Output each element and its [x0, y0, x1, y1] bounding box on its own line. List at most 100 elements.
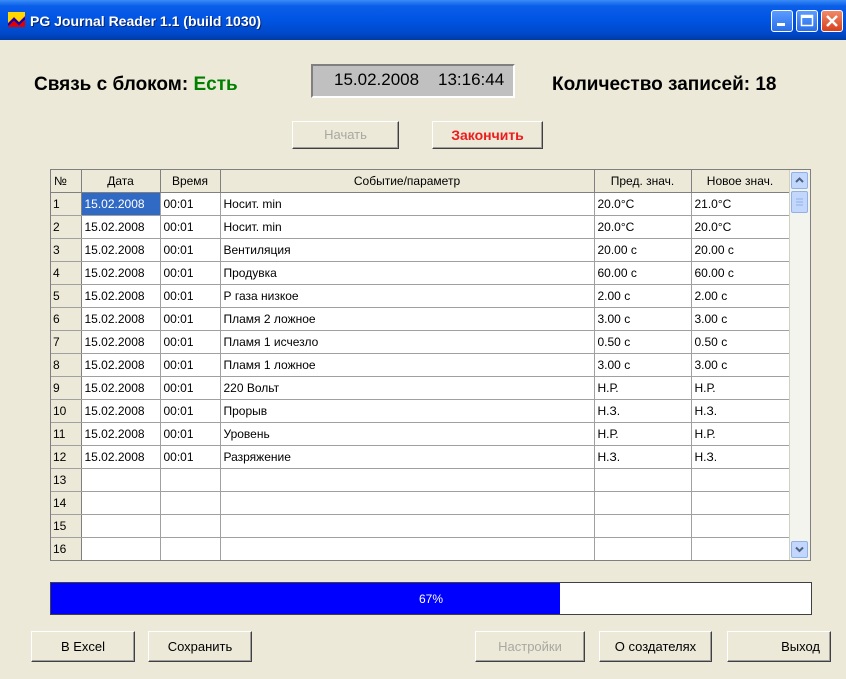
cell-date[interactable] — [81, 468, 161, 492]
cell-time[interactable]: 00:01 — [160, 284, 221, 308]
cell-prev-value[interactable] — [594, 468, 692, 492]
cell-event[interactable]: Разряжение — [220, 445, 595, 469]
cell-event[interactable]: Прорыв — [220, 399, 595, 423]
cell-time[interactable]: 00:01 — [160, 330, 221, 354]
table-row[interactable]: 6 15.02.2008 00:01 Пламя 2 ложное 3.00 с 3.00… — [51, 307, 790, 331]
cell-event[interactable]: Носит. min — [220, 215, 595, 239]
settings-button[interactable]: Настройки — [475, 631, 585, 662]
col-header-new-value[interactable]: Новое знач. — [691, 170, 790, 193]
exit-button[interactable]: Выход — [727, 631, 831, 662]
cell-time[interactable]: 00:01 — [160, 307, 221, 331]
cell-time[interactable]: 00:01 — [160, 192, 221, 216]
cell-prev-value[interactable]: 60.00 с — [594, 261, 692, 285]
cell-date[interactable]: 15.02.2008 — [81, 422, 161, 446]
cell-time[interactable]: 00:01 — [160, 445, 221, 469]
cell-date[interactable]: 15.02.2008 — [81, 353, 161, 377]
cell-prev-value[interactable] — [594, 491, 692, 515]
cell-prev-value[interactable]: Н.Р. — [594, 422, 692, 446]
cell-date[interactable]: 15.02.2008 — [81, 261, 161, 285]
cell-prev-value[interactable]: 2.00 с — [594, 284, 692, 308]
table-row[interactable]: 11 15.02.2008 00:01 Уровень Н.Р. Н.Р. — [51, 422, 790, 446]
cell-date[interactable] — [81, 514, 161, 538]
vertical-scrollbar[interactable] — [789, 170, 810, 560]
cell-event[interactable]: Пламя 1 исчезло — [220, 330, 595, 354]
cell-date[interactable]: 15.02.2008 — [81, 445, 161, 469]
start-button[interactable]: Начать — [292, 121, 399, 149]
table-row[interactable]: 12 15.02.2008 00:01 Разряжение Н.З. Н.З. — [51, 445, 790, 469]
cell-event[interactable]: 220 Вольт — [220, 376, 595, 400]
cell-time[interactable]: 00:01 — [160, 399, 221, 423]
cell-event[interactable]: Р газа низкое — [220, 284, 595, 308]
cell-date[interactable]: 15.02.2008 — [81, 307, 161, 331]
cell-event[interactable]: Продувка — [220, 261, 595, 285]
cell-time[interactable]: 00:01 — [160, 422, 221, 446]
table-row[interactable]: 9 15.02.2008 00:01 220 Вольт Н.Р. Н.Р. — [51, 376, 790, 400]
cell-new-value[interactable]: 21.0°C — [691, 192, 790, 216]
cell-prev-value[interactable] — [594, 537, 692, 560]
table-row[interactable]: 4 15.02.2008 00:01 Продувка 60.00 с 60.00 с — [51, 261, 790, 285]
cell-new-value[interactable]: 20.00 с — [691, 238, 790, 262]
cell-time[interactable] — [160, 468, 221, 492]
cell-time[interactable] — [160, 537, 221, 560]
cell-new-value[interactable] — [691, 514, 790, 538]
about-button[interactable]: О создателях — [599, 631, 712, 662]
cell-new-value[interactable]: Н.З. — [691, 399, 790, 423]
cell-date[interactable]: 15.02.2008 — [81, 284, 161, 308]
maximize-button[interactable] — [796, 10, 818, 32]
cell-new-value[interactable]: 2.00 с — [691, 284, 790, 308]
col-header-date[interactable]: Дата — [81, 170, 161, 193]
table-row[interactable]: 14 — [51, 491, 790, 515]
finish-button[interactable]: Закончить — [432, 121, 543, 149]
cell-new-value[interactable]: 60.00 с — [691, 261, 790, 285]
cell-date[interactable] — [81, 537, 161, 560]
cell-new-value[interactable]: 0.50 с — [691, 330, 790, 354]
table-row[interactable]: 2 15.02.2008 00:01 Носит. min 20.0°C 20.0°C — [51, 215, 790, 239]
table-row[interactable]: 13 — [51, 468, 790, 492]
cell-event[interactable]: Пламя 1 ложное — [220, 353, 595, 377]
scroll-up-button[interactable] — [791, 172, 808, 189]
cell-time[interactable] — [160, 514, 221, 538]
cell-event[interactable] — [220, 468, 595, 492]
cell-event[interactable]: Вентиляция — [220, 238, 595, 262]
cell-new-value[interactable]: Н.З. — [691, 445, 790, 469]
cell-prev-value[interactable]: Н.З. — [594, 445, 692, 469]
cell-prev-value[interactable]: 20.00 с — [594, 238, 692, 262]
cell-time[interactable] — [160, 491, 221, 515]
title-bar[interactable]: PG Journal Reader 1.1 (build 1030) — [0, 0, 846, 40]
cell-time[interactable]: 00:01 — [160, 238, 221, 262]
col-header-prev-value[interactable]: Пред. знач. — [594, 170, 692, 193]
table-row[interactable]: 1 15.02.2008 00:01 Носит. min 20.0°C 21.0°C — [51, 192, 790, 216]
table-row[interactable]: 3 15.02.2008 00:01 Вентиляция 20.00 с 20.00 с — [51, 238, 790, 262]
cell-prev-value[interactable] — [594, 514, 692, 538]
scroll-down-button[interactable] — [791, 541, 808, 558]
col-header-event[interactable]: Событие/параметр — [220, 170, 595, 193]
cell-date[interactable]: 15.02.2008 — [81, 238, 161, 262]
table-row[interactable]: 16 — [51, 537, 790, 560]
save-button[interactable]: Сохранить — [148, 631, 252, 662]
cell-event[interactable] — [220, 514, 595, 538]
table-row[interactable]: 7 15.02.2008 00:01 Пламя 1 исчезло 0.50 с 0.5… — [51, 330, 790, 354]
table-row[interactable]: 10 15.02.2008 00:01 Прорыв Н.З. Н.З. — [51, 399, 790, 423]
cell-new-value[interactable] — [691, 468, 790, 492]
cell-date[interactable]: 15.02.2008 — [81, 192, 161, 216]
cell-new-value[interactable]: 3.00 с — [691, 353, 790, 377]
scroll-thumb[interactable] — [791, 191, 808, 213]
close-button[interactable] — [821, 10, 843, 32]
col-header-time[interactable]: Время — [160, 170, 221, 193]
cell-new-value[interactable]: Н.Р. — [691, 376, 790, 400]
table-row[interactable]: 5 15.02.2008 00:01 Р газа низкое 2.00 с 2.00 … — [51, 284, 790, 308]
cell-date[interactable]: 15.02.2008 — [81, 215, 161, 239]
cell-prev-value[interactable]: 20.0°C — [594, 192, 692, 216]
export-excel-button[interactable]: В Excel — [31, 631, 135, 662]
cell-date[interactable]: 15.02.2008 — [81, 330, 161, 354]
cell-prev-value[interactable]: 0.50 с — [594, 330, 692, 354]
cell-date[interactable]: 15.02.2008 — [81, 376, 161, 400]
cell-time[interactable]: 00:01 — [160, 261, 221, 285]
cell-time[interactable]: 00:01 — [160, 215, 221, 239]
cell-new-value[interactable] — [691, 537, 790, 560]
cell-prev-value[interactable]: Н.З. — [594, 399, 692, 423]
cell-prev-value[interactable]: 3.00 с — [594, 353, 692, 377]
cell-event[interactable]: Уровень — [220, 422, 595, 446]
cell-new-value[interactable] — [691, 491, 790, 515]
cell-event[interactable] — [220, 491, 595, 515]
